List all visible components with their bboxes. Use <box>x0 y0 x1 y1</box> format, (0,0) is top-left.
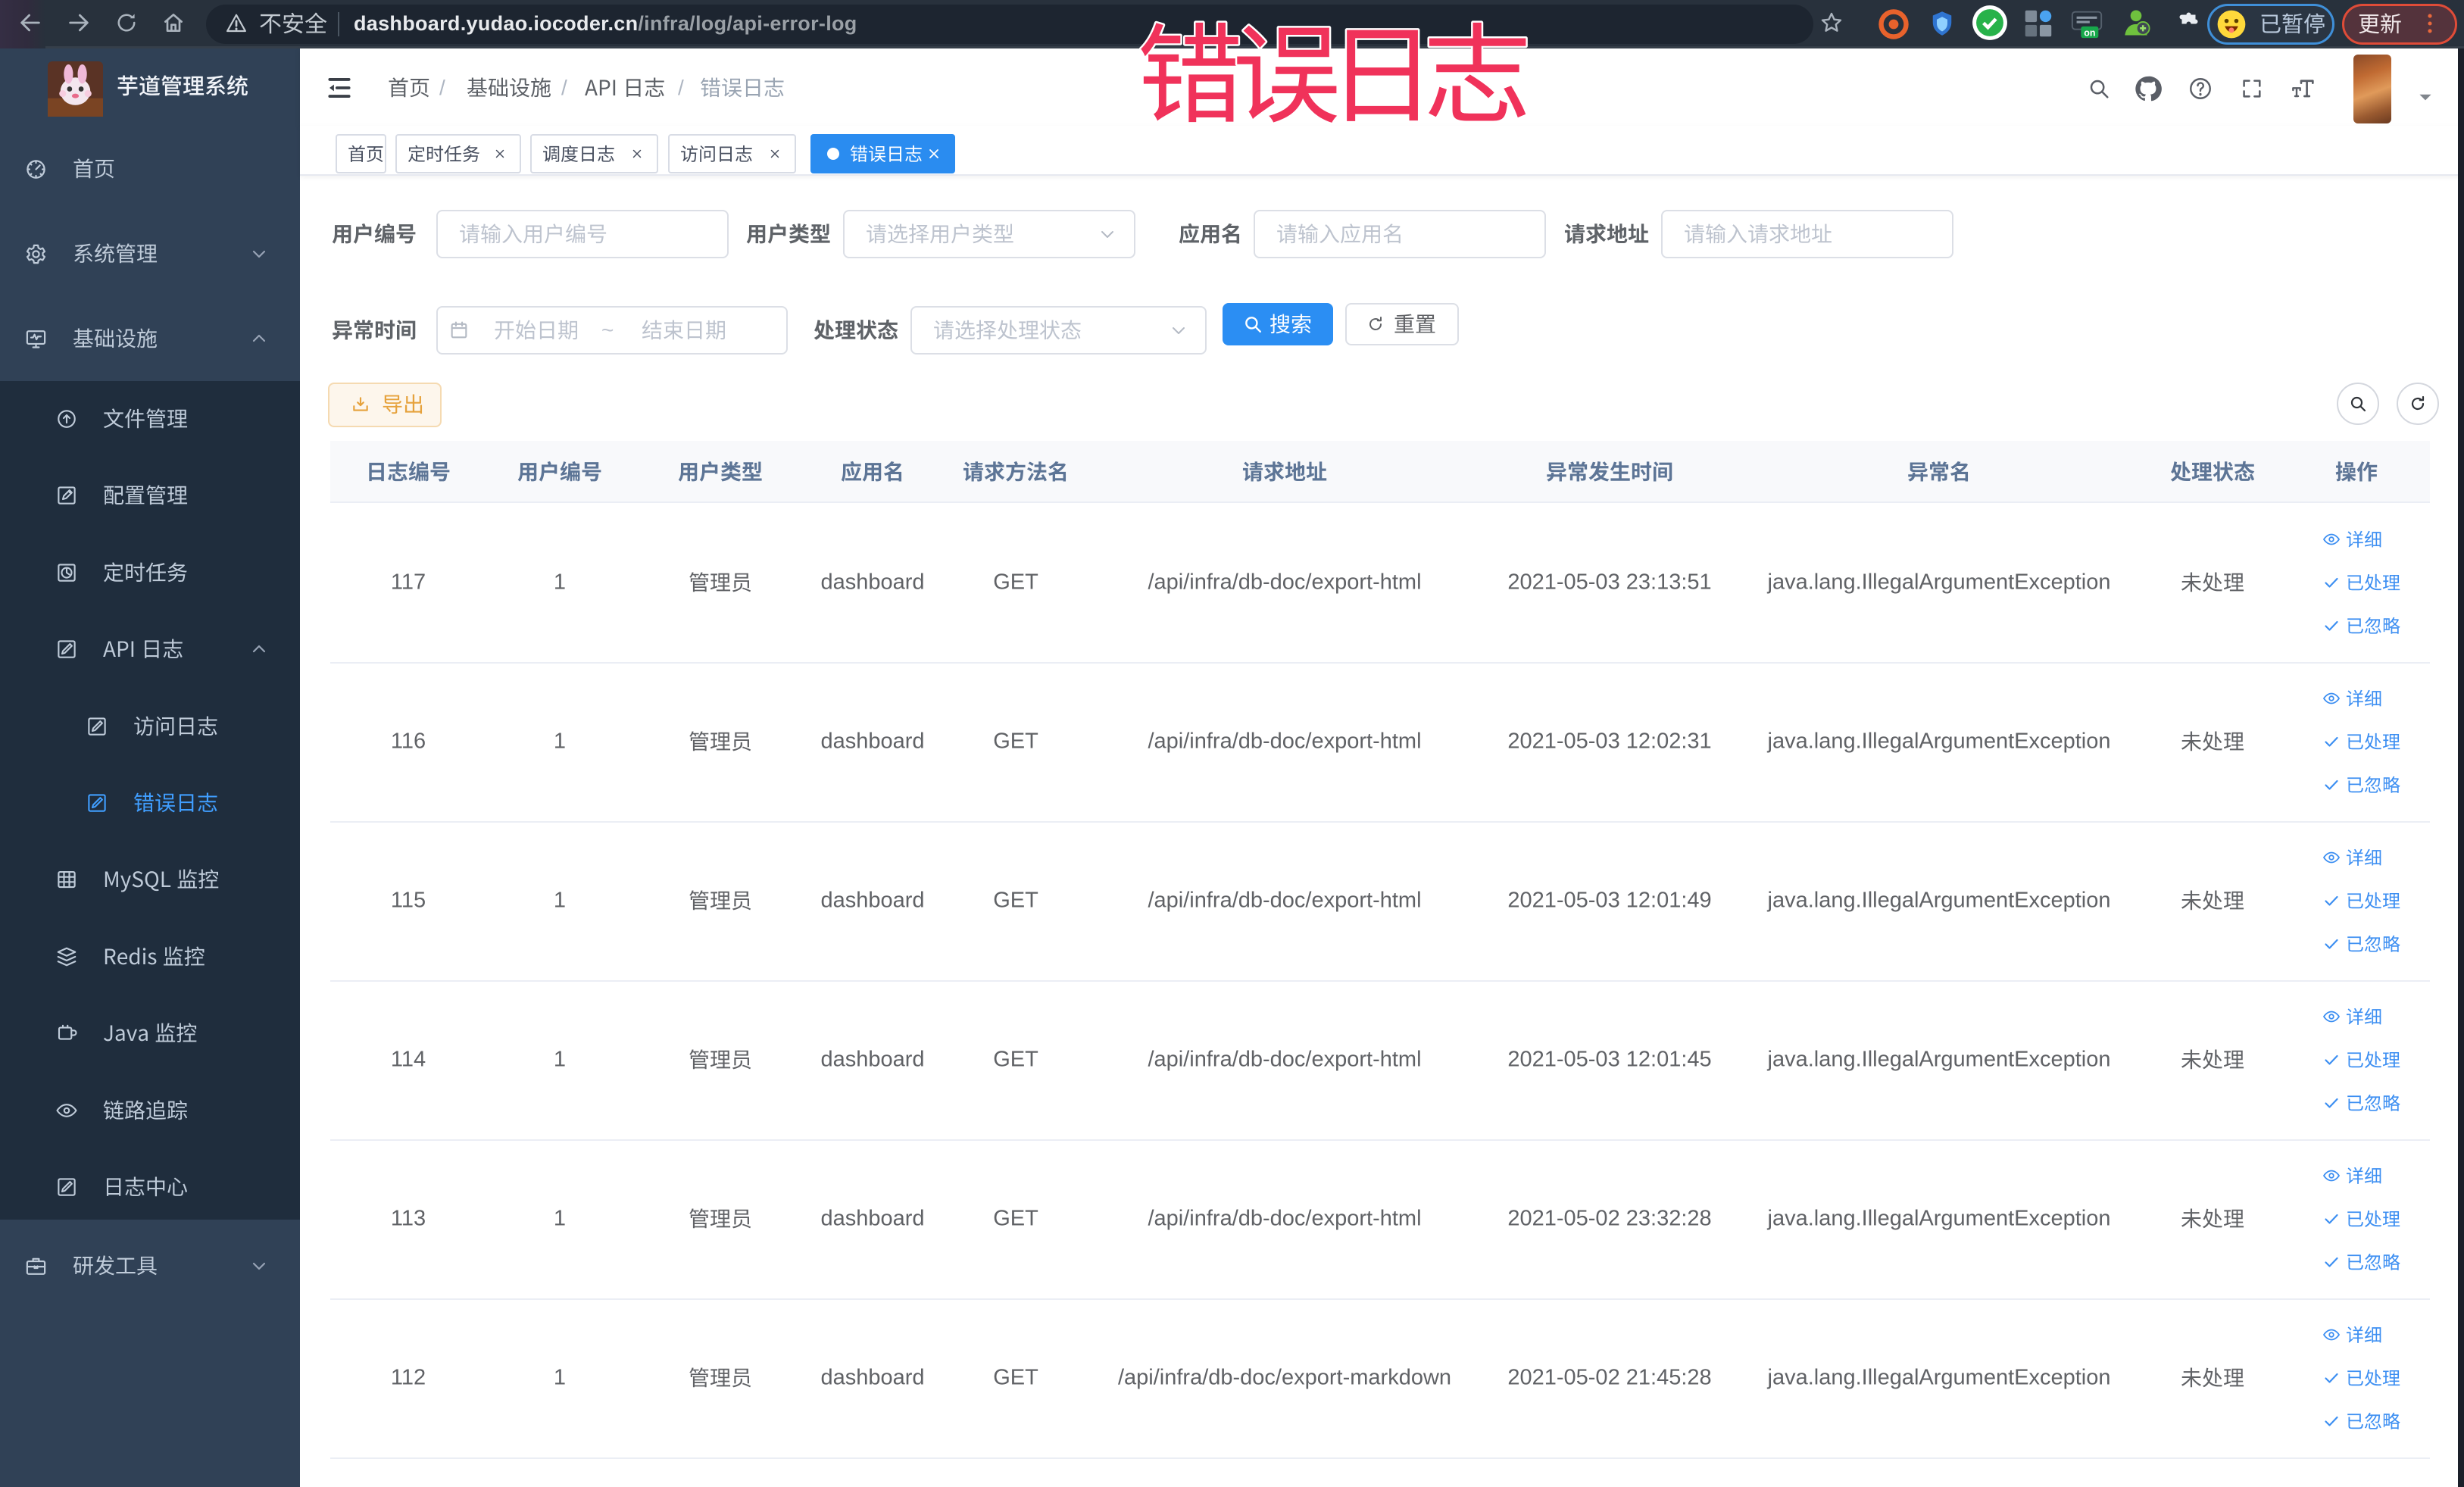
svg-text:on: on <box>2084 27 2095 38</box>
